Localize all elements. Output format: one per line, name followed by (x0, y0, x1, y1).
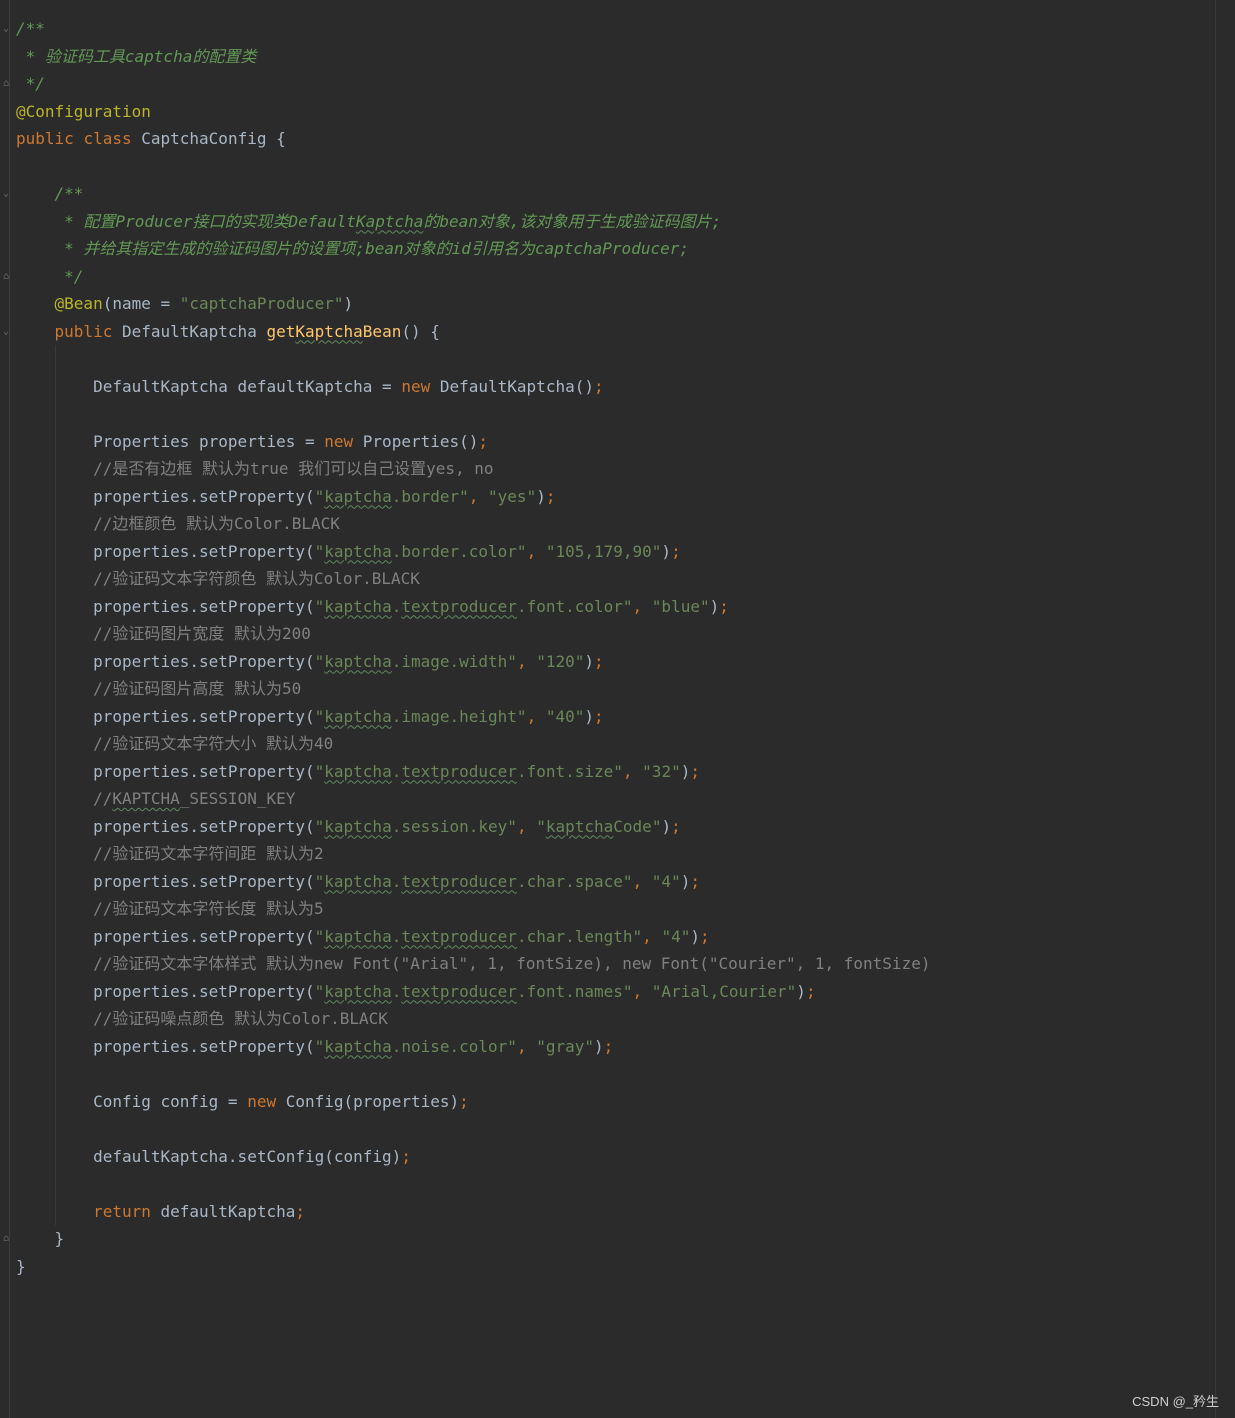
code-line: ⌂ */ (3, 266, 84, 286)
code-line: properties.setProperty("kaptcha.textprod… (93, 596, 729, 616)
code-line: //验证码文本字符颜色 默认为Color.BLACK (93, 569, 420, 588)
code-line: Properties properties = new Properties()… (93, 431, 489, 451)
fold-marker-icon[interactable]: ⌄ (3, 23, 11, 34)
code-line: return defaultKaptcha; (93, 1201, 305, 1221)
code-line: * 并给其指定生成的验证码图片的设置项;bean对象的id引用名为captcha… (54, 239, 689, 258)
code-line: defaultKaptcha.setConfig(config); (93, 1146, 411, 1166)
code-line: properties.setProperty("kaptcha.session.… (93, 816, 681, 836)
fold-marker-icon[interactable]: ⌄ (3, 326, 11, 337)
code-line: //验证码图片宽度 默认为200 (93, 624, 311, 643)
code-line: @Bean(name = "captchaProducer") (54, 294, 354, 313)
code-line: properties.setProperty("kaptcha.border.c… (93, 541, 681, 561)
code-line: properties.setProperty("kaptcha.textprod… (93, 926, 710, 946)
code-line: ⌄/** (3, 184, 84, 203)
code-line: properties.setProperty("kaptcha.image.he… (93, 706, 604, 726)
code-line: public class CaptchaConfig { (16, 129, 286, 148)
code-line: ⌄ public DefaultKaptcha getKaptchaBean() … (3, 321, 440, 341)
right-margin-guide (1215, 0, 1216, 1418)
fold-marker-icon[interactable]: ⌄ (3, 188, 11, 199)
code-line: //验证码文本字符大小 默认为40 (93, 734, 334, 753)
code-area[interactable]: ⌄/** * 验证码工具captcha的配置类 ⌂ */ @Configurat… (3, 15, 931, 1280)
code-line: //是否有边框 默认为true 我们可以自己设置yes, no (93, 459, 494, 478)
code-line: @Configuration (16, 101, 151, 121)
code-line: //KAPTCHA_SESSION_KEY (93, 789, 296, 808)
code-line: * 验证码工具captcha的配置类 (16, 46, 257, 66)
code-line: DefaultKaptcha defaultKaptcha = new Defa… (93, 376, 604, 396)
code-line: //验证码图片高度 默认为50 (93, 679, 302, 698)
fold-end-icon[interactable]: ⌂ (3, 1233, 11, 1244)
code-editor[interactable]: ⌄/** * 验证码工具captcha的配置类 ⌂ */ @Configurat… (0, 0, 1235, 1418)
code-line: //验证码文本字符间距 默认为2 (93, 844, 324, 863)
code-line: //验证码文本字体样式 默认为new Font("Arial", 1, font… (93, 954, 931, 973)
code-line: properties.setProperty("kaptcha.border",… (93, 486, 556, 506)
code-line: properties.setProperty("kaptcha.textprod… (93, 761, 700, 781)
code-line: properties.setProperty("kaptcha.textprod… (93, 981, 816, 1001)
watermark: CSDN @_矜生 (1132, 1394, 1219, 1409)
code-line: * 配置Producer接口的实现类DefaultKaptcha的bean对象,… (54, 211, 722, 231)
code-line: //验证码噪点颜色 默认为Color.BLACK (93, 1009, 388, 1028)
code-line: //边框颜色 默认为Color.BLACK (93, 514, 340, 533)
code-line: properties.setProperty("kaptcha.noise.co… (93, 1036, 614, 1056)
code-line: } (16, 1256, 26, 1276)
fold-end-icon[interactable]: ⌂ (3, 78, 11, 89)
gutter-divider (9, 0, 10, 1418)
code-line: ⌄/** (3, 19, 45, 38)
code-line: properties.setProperty("kaptcha.textprod… (93, 871, 700, 891)
code-line: //验证码文本字符长度 默认为5 (93, 899, 324, 918)
code-line: ⌂} (3, 1229, 65, 1248)
code-line: ⌂ */ (3, 74, 45, 93)
fold-end-icon[interactable]: ⌂ (3, 271, 11, 282)
code-line: Config config = new Config(properties); (93, 1091, 469, 1111)
code-line: properties.setProperty("kaptcha.image.wi… (93, 651, 604, 671)
